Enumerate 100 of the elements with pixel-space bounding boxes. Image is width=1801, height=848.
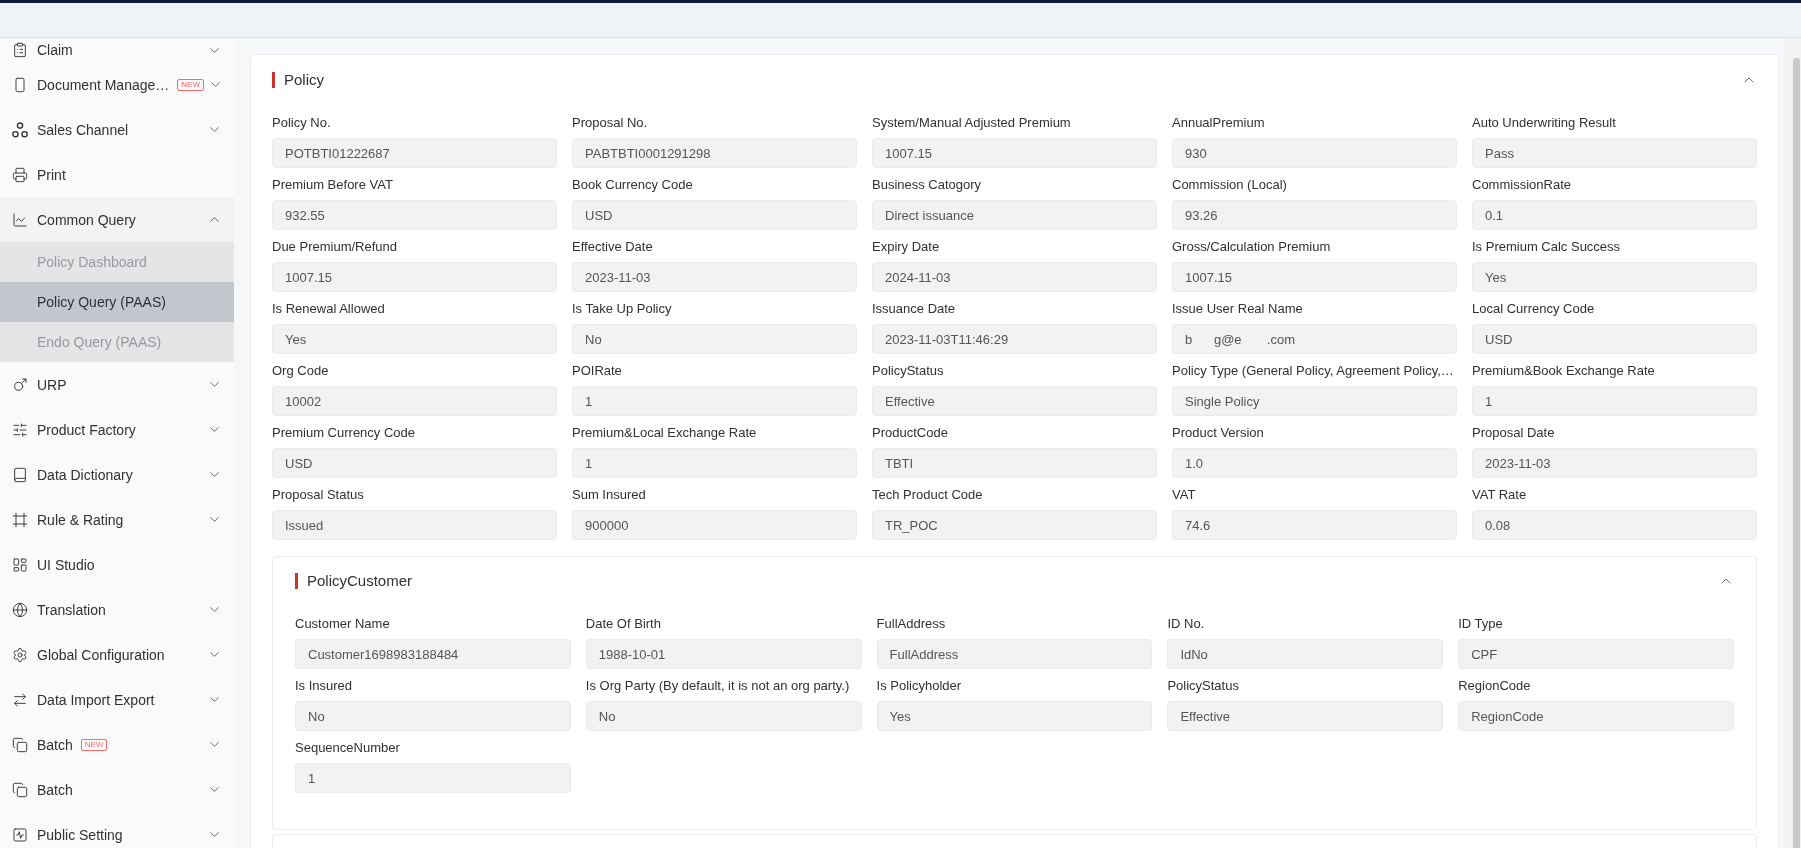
field-label: Business Catogory bbox=[872, 176, 982, 194]
field-label: Premium Before VAT bbox=[272, 176, 393, 194]
field-label: Is Take Up Policy bbox=[572, 300, 672, 318]
input-field[interactable]: No bbox=[572, 324, 857, 354]
field-label: System/Manual Adjusted Premium bbox=[872, 114, 1071, 132]
input-field[interactable]: PABTBTI0001291298 bbox=[572, 138, 857, 168]
input-field[interactable]: Single Policy bbox=[1172, 386, 1457, 416]
sidebar-item[interactable]: Batch NEW bbox=[0, 722, 234, 767]
input-field[interactable]: Pass bbox=[1472, 138, 1757, 168]
three-circles-icon bbox=[12, 121, 28, 138]
sidebar-item[interactable]: Sales Channel bbox=[0, 107, 234, 152]
field-label: FullAddress bbox=[876, 615, 946, 633]
input-field[interactable]: 2023-11-03T11:46:29 bbox=[872, 324, 1157, 354]
input-field[interactable]: 1.0 bbox=[1172, 448, 1457, 478]
input-field[interactable]: 1988-10-01 bbox=[585, 639, 862, 669]
input-field[interactable]: IdNo bbox=[1167, 639, 1444, 669]
field-label: Is Insured bbox=[295, 677, 353, 695]
sidebar-item[interactable]: Claim bbox=[0, 38, 234, 62]
section-title: PolicyCustomer bbox=[295, 573, 413, 589]
input-field[interactable]: 10002 bbox=[272, 386, 557, 416]
swap-arrows-icon bbox=[12, 691, 28, 708]
input-field[interactable]: 0.1 bbox=[1472, 200, 1757, 230]
input-field[interactable]: Direct issuance bbox=[872, 200, 1157, 230]
field-label: Effective Date bbox=[572, 238, 653, 256]
field-label: Proposal Status bbox=[272, 486, 364, 504]
field-label: Is Policyholder bbox=[876, 677, 962, 695]
input-field[interactable]: USD bbox=[1472, 324, 1757, 354]
input-field[interactable]: 1007.15 bbox=[272, 262, 557, 292]
input-field[interactable]: No bbox=[585, 701, 862, 731]
input-field[interactable]: 2024-11-03 bbox=[872, 262, 1157, 292]
sidebar-item[interactable]: Document Manage… NEW bbox=[0, 62, 234, 107]
field-label: RegionCode bbox=[1458, 677, 1531, 695]
input-field[interactable]: Issued bbox=[272, 510, 557, 540]
sidebar-item[interactable]: Print bbox=[0, 152, 234, 197]
field-label: VAT bbox=[1172, 486, 1196, 504]
field-label: Sum Insured bbox=[572, 486, 646, 504]
input-field[interactable]: b g@e .com bbox=[1172, 324, 1457, 354]
rectangle-icon bbox=[12, 76, 28, 93]
input-field[interactable]: 1 bbox=[572, 448, 857, 478]
activity-chart-icon bbox=[12, 826, 28, 843]
input-field[interactable]: 93.26 bbox=[1172, 200, 1457, 230]
input-field[interactable]: 2023-11-03 bbox=[1472, 448, 1757, 478]
sidebar-item[interactable]: Data Import Export bbox=[0, 677, 234, 722]
input-field[interactable]: 1007.15 bbox=[1172, 262, 1457, 292]
field-label: Auto Underwriting Result bbox=[1472, 114, 1616, 132]
sidebar-item[interactable]: Translation bbox=[0, 587, 234, 632]
male-symbol-icon bbox=[12, 376, 28, 393]
sidebar-item[interactable]: Product Factory bbox=[0, 407, 234, 452]
input-field[interactable]: TR_POC bbox=[872, 510, 1157, 540]
field-label: Issue User Real Name bbox=[1172, 300, 1303, 318]
field-label: Product Version bbox=[1172, 424, 1264, 442]
field-label: ProductCode bbox=[872, 424, 948, 442]
input-field[interactable]: No bbox=[295, 701, 571, 731]
input-field[interactable]: 1007.15 bbox=[872, 138, 1157, 168]
printer-icon bbox=[12, 166, 28, 183]
field-label: Premium&Local Exchange Rate bbox=[572, 424, 757, 442]
field-label: Customer Name bbox=[295, 615, 390, 633]
input-field[interactable]: 2023-11-03 bbox=[572, 262, 857, 292]
field-label: ID Type bbox=[1458, 615, 1503, 633]
field-label: Commission (Local) bbox=[1172, 176, 1287, 194]
sidebar-item[interactable]: Data Dictionary bbox=[0, 452, 234, 497]
input-field[interactable]: USD bbox=[572, 200, 857, 230]
submenu-item[interactable]: Policy Query (PAAS) bbox=[0, 282, 234, 322]
input-field[interactable]: 900000 bbox=[572, 510, 857, 540]
input-field[interactable]: TBTI bbox=[872, 448, 1157, 478]
frame-icon bbox=[12, 511, 28, 528]
copy-icon bbox=[12, 781, 28, 798]
sidebar-item[interactable]: Public Setting bbox=[0, 812, 234, 848]
input-field[interactable]: 1 bbox=[1472, 386, 1757, 416]
input-field[interactable]: Effective bbox=[1167, 701, 1444, 731]
input-field[interactable]: POTBTI01222687 bbox=[272, 138, 557, 168]
sidebar-item[interactable]: Rule & Rating bbox=[0, 497, 234, 542]
field-label: PolicyStatus bbox=[872, 362, 944, 380]
input-field[interactable]: 930 bbox=[1172, 138, 1457, 168]
input-field[interactable]: Yes bbox=[876, 701, 1153, 731]
input-field[interactable]: USD bbox=[272, 448, 557, 478]
input-field[interactable]: 0.08 bbox=[1472, 510, 1757, 540]
input-field[interactable]: RegionCode bbox=[1458, 701, 1734, 731]
input-field[interactable]: FullAddress bbox=[876, 639, 1153, 669]
input-field[interactable]: Customer1698983188484 bbox=[295, 639, 571, 669]
input-field[interactable]: 74.6 bbox=[1172, 510, 1457, 540]
sidebar-item[interactable]: Global Configuration bbox=[0, 632, 234, 677]
input-field[interactable]: 1 bbox=[295, 763, 571, 793]
field-label: Policy No. bbox=[272, 114, 331, 132]
sidebar-item[interactable]: Batch bbox=[0, 767, 234, 812]
field-label: Is Org Party (By default, it is not an org party.) bbox=[585, 677, 850, 695]
input-field[interactable]: Yes bbox=[272, 324, 557, 354]
input-field[interactable]: 932.55 bbox=[272, 200, 557, 230]
field-label: Expiry Date bbox=[872, 238, 940, 256]
sidebar-item[interactable]: URP bbox=[0, 362, 234, 407]
field-label: POIRate bbox=[572, 362, 622, 380]
sidebar-item[interactable]: UI Studio bbox=[0, 542, 234, 587]
globe-icon bbox=[12, 601, 28, 618]
input-field[interactable]: 1 bbox=[572, 386, 857, 416]
field-label: Gross/Calculation Premium bbox=[1172, 238, 1331, 256]
input-field[interactable]: CPF bbox=[1458, 639, 1734, 669]
input-field[interactable]: Yes bbox=[1472, 262, 1757, 292]
input-field[interactable]: Effective bbox=[872, 386, 1157, 416]
field-label: Premium&Book Exchange Rate bbox=[1472, 362, 1655, 380]
field-label: Issuance Date bbox=[872, 300, 956, 318]
